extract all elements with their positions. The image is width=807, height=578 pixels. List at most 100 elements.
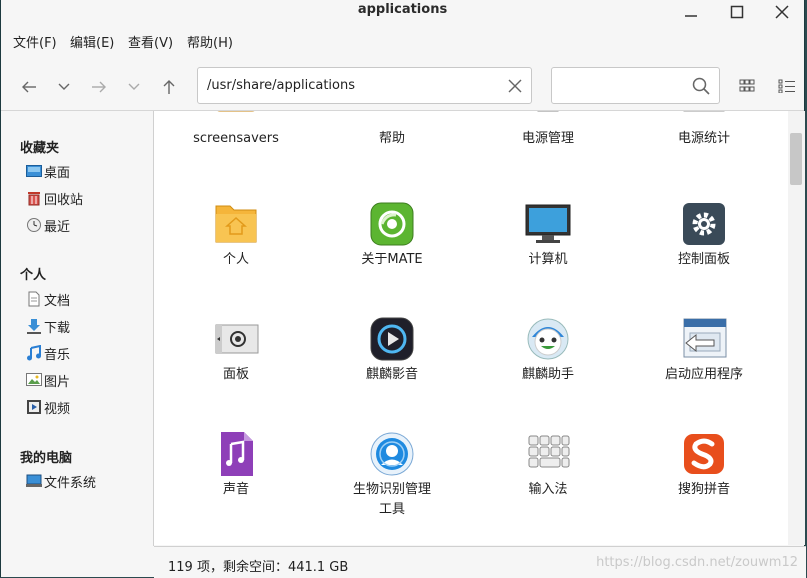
search-input[interactable] xyxy=(551,67,720,104)
watermark-text: https://blog.csdn.net/zouwm12 xyxy=(596,555,798,570)
file-item-about-mate[interactable]: 关于MATE xyxy=(317,200,467,270)
sidebar-item-label: 最近 xyxy=(44,219,71,235)
menu-edit[interactable]: 编辑(E) xyxy=(70,32,114,51)
power-statistics-icon xyxy=(683,111,725,112)
file-item-biometric[interactable]: 生物识别管理 工具 xyxy=(317,430,467,520)
desktop-icon xyxy=(26,165,42,177)
sidebar-item-label: 桌面 xyxy=(44,165,71,181)
file-item-control-panel[interactable]: 控制面板 xyxy=(629,200,779,270)
list-view-button[interactable] xyxy=(778,79,796,97)
file-item-panel[interactable]: 面板 xyxy=(161,315,311,385)
file-item-help[interactable]: ? 帮助 xyxy=(317,111,467,149)
arrow-right-icon xyxy=(92,81,106,93)
menu-help[interactable]: 帮助(H) xyxy=(187,32,233,51)
file-item-label: 启动应用程序 xyxy=(664,367,743,382)
file-item-sogou-pinyin[interactable]: 搜狗拼音 xyxy=(629,430,779,500)
file-grid: screensavers ? 帮助 电源管理 电源统计 个人 关于MATE 计算… xyxy=(154,111,788,545)
sidebar-item-trash[interactable]: 回收站 xyxy=(26,188,83,208)
sound-icon xyxy=(221,432,253,476)
location-bar[interactable]: /usr/share/applications xyxy=(197,67,532,104)
search-icon[interactable] xyxy=(692,77,710,95)
file-manager-window: applications 文件(F) 编辑(E) 查看(V) 帮助(H) /us… xyxy=(0,0,806,578)
file-item-label: 关于MATE xyxy=(361,252,423,267)
forward-button[interactable] xyxy=(87,76,111,98)
file-item-label: 麒麟助手 xyxy=(521,367,574,382)
minimize-icon xyxy=(685,15,697,17)
maximize-icon xyxy=(730,5,744,19)
file-item-startup-apps[interactable]: 启动应用程序 xyxy=(629,315,779,385)
file-item-label: 电源管理 xyxy=(521,131,574,146)
file-item-input-method[interactable]: 输入法 xyxy=(473,430,623,500)
computer-icon xyxy=(525,204,571,243)
file-item-label: 搜狗拼音 xyxy=(677,482,730,497)
chevron-down-icon xyxy=(128,83,140,90)
sidebar-item-documents[interactable]: 文档 xyxy=(26,289,70,309)
sidebar-section-favorites: 收藏夹 xyxy=(20,141,60,156)
sogou-pinyin-icon xyxy=(684,434,724,474)
file-item-label: 电源统计 xyxy=(677,131,730,146)
sidebar-item-downloads[interactable]: 下载 xyxy=(26,316,70,336)
file-item-kylin-media[interactable]: 麒麟影音 xyxy=(317,315,467,385)
back-button[interactable] xyxy=(17,76,41,98)
file-item-label: 输入法 xyxy=(528,482,568,497)
sidebar-item-label: 视频 xyxy=(44,401,71,417)
sidebar-item-videos[interactable]: 视频 xyxy=(26,397,70,417)
sidebar-item-desktop[interactable]: 桌面 xyxy=(26,161,70,181)
list-view-icon xyxy=(778,79,795,94)
trash-icon xyxy=(28,192,40,206)
sidebar-item-recent[interactable]: 最近 xyxy=(26,215,70,235)
power-manager-icon xyxy=(537,111,559,112)
file-item-power-manager[interactable]: 电源管理 xyxy=(473,111,623,149)
back-history-button[interactable] xyxy=(52,76,76,98)
sidebar-section-computer: 我的电脑 xyxy=(20,451,73,466)
input-method-icon xyxy=(528,435,570,468)
file-item-label: 个人 xyxy=(222,252,249,267)
vertical-scrollbar[interactable] xyxy=(788,111,805,545)
scrollbar-thumb[interactable] xyxy=(790,133,802,185)
menu-view[interactable]: 查看(V) xyxy=(128,32,173,51)
about-mate-icon xyxy=(370,202,414,246)
clear-icon[interactable] xyxy=(508,79,522,93)
file-item-power-statistics[interactable]: 电源统计 xyxy=(629,111,779,149)
close-icon xyxy=(775,5,789,19)
up-button[interactable] xyxy=(157,76,181,98)
panel-icon xyxy=(215,324,259,354)
sidebar-section-personal: 个人 xyxy=(20,268,47,283)
title-bar: applications xyxy=(1,0,804,24)
file-item-home[interactable]: 个人 xyxy=(161,200,311,270)
menu-file[interactable]: 文件(F) xyxy=(13,32,57,51)
recent-clock-icon xyxy=(27,218,41,232)
maximize-button[interactable] xyxy=(720,0,754,24)
media-player-icon xyxy=(370,317,414,361)
file-item-sound[interactable]: 声音 xyxy=(161,430,311,500)
close-button[interactable] xyxy=(765,0,799,24)
location-path[interactable]: /usr/share/applications xyxy=(207,78,355,93)
sidebar-item-pictures[interactable]: 图片 xyxy=(26,370,70,390)
help-icon: ? xyxy=(368,111,416,127)
icon-view-button[interactable] xyxy=(739,79,755,97)
status-text: 119 项，剩余空间：441.1 GB xyxy=(168,560,349,575)
sidebar: 收藏夹 桌面 回收站 最近 个人 文档 下载 音乐 图片 视频 我的电脑 文件系… xyxy=(1,111,154,546)
sidebar-item-label: 图片 xyxy=(44,374,71,390)
chevron-down-icon xyxy=(58,83,70,90)
file-item-computer[interactable]: 计算机 xyxy=(473,200,623,270)
minimize-button[interactable] xyxy=(674,0,708,24)
file-item-label: 面板 xyxy=(222,367,249,382)
file-item-label: 麒麟影音 xyxy=(365,367,418,382)
biometric-icon xyxy=(370,432,414,476)
filesystem-icon xyxy=(26,474,42,487)
file-item-label: 生物识别管理 工具 xyxy=(352,482,431,517)
file-item-screensavers[interactable]: screensavers xyxy=(161,111,311,149)
file-item-label: 计算机 xyxy=(528,252,568,267)
file-item-label: screensavers xyxy=(193,131,279,146)
file-item-kylin-assistant[interactable]: 麒麟助手 xyxy=(473,315,623,385)
sidebar-item-filesystem[interactable]: 文件系统 xyxy=(26,471,96,491)
status-bar: 119 项，剩余空间：441.1 GB https://blog.csdn.ne… xyxy=(154,546,806,578)
forward-history-button[interactable] xyxy=(122,76,146,98)
folder-icon xyxy=(217,111,255,112)
sidebar-item-label: 文档 xyxy=(44,293,71,309)
sidebar-item-music[interactable]: 音乐 xyxy=(26,343,70,363)
arrow-left-icon xyxy=(22,81,36,93)
menu-bar: 文件(F) 编辑(E) 查看(V) 帮助(H) xyxy=(1,30,804,52)
document-icon xyxy=(28,291,40,307)
